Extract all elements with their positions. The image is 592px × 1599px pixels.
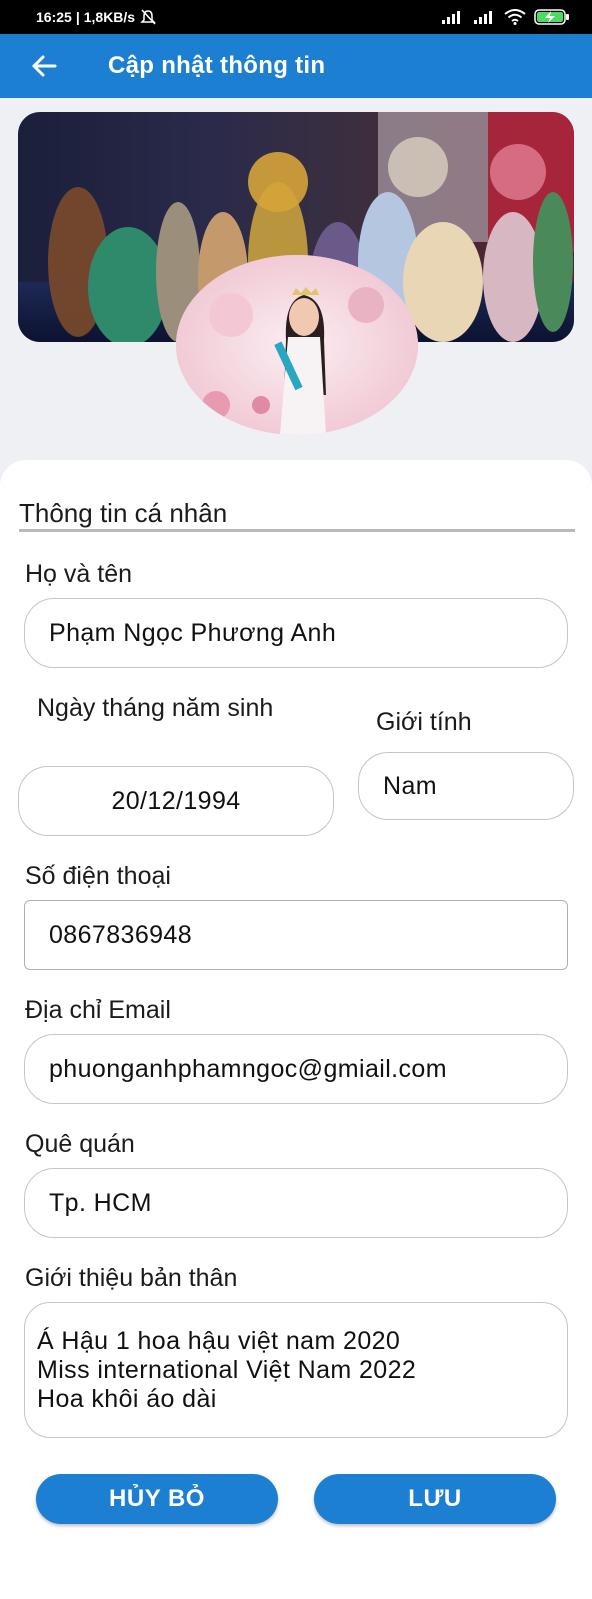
bio-line: Miss international Việt Nam 2022	[37, 1356, 417, 1384]
bio-line: Á Hậu 1 hoa hậu việt nam 2020	[37, 1327, 401, 1355]
status-time: 16:25	[36, 9, 72, 25]
gender-field[interactable]: Nam	[358, 752, 574, 820]
avatar-image	[176, 255, 418, 435]
gender-label: Giới tính	[376, 708, 472, 736]
arrow-left-icon	[32, 55, 57, 77]
status-bar: 16:25 | 1,8KB/s	[0, 0, 592, 34]
app-bar: Cập nhật thông tin	[0, 34, 592, 98]
save-button[interactable]: LƯU	[314, 1474, 556, 1524]
page-title: Cập nhật thông tin	[108, 52, 326, 79]
hometown-field[interactable]: Tp. HCM	[24, 1168, 568, 1238]
email-label: Địa chỉ Email	[25, 996, 171, 1024]
hometown-label: Quê quán	[25, 1130, 135, 1158]
dob-label: Ngày tháng năm sinh	[37, 694, 274, 722]
cancel-button[interactable]: HỦY BỎ	[36, 1474, 278, 1524]
dob-field[interactable]: 20/12/1994	[18, 766, 334, 836]
bell-off-icon	[140, 9, 156, 25]
email-field[interactable]: phuonganhphamngoc@gmiail.com	[24, 1034, 568, 1104]
status-speed: 1,8KB/s	[83, 9, 136, 25]
signal-icon	[474, 11, 492, 24]
avatar[interactable]	[176, 255, 418, 435]
section-divider	[19, 529, 575, 532]
phone-label: Số điện thoại	[25, 862, 171, 890]
back-button[interactable]	[24, 46, 64, 86]
phone-field[interactable]: 0867836948	[24, 900, 568, 970]
fullname-label: Họ và tên	[25, 560, 133, 588]
bio-label: Giới thiệu bản thân	[25, 1264, 238, 1292]
battery-charging-icon	[534, 9, 569, 25]
bio-textarea[interactable]: Á Hậu 1 hoa hậu việt nam 2020 Miss inter…	[24, 1302, 568, 1438]
wifi-icon	[504, 9, 526, 25]
bio-line: Hoa khôi áo dài	[37, 1385, 217, 1413]
fullname-field[interactable]: Phạm Ngọc Phương Anh	[24, 598, 568, 668]
section-title: Thông tin cá nhân	[19, 498, 228, 528]
signal-icon	[442, 11, 460, 24]
